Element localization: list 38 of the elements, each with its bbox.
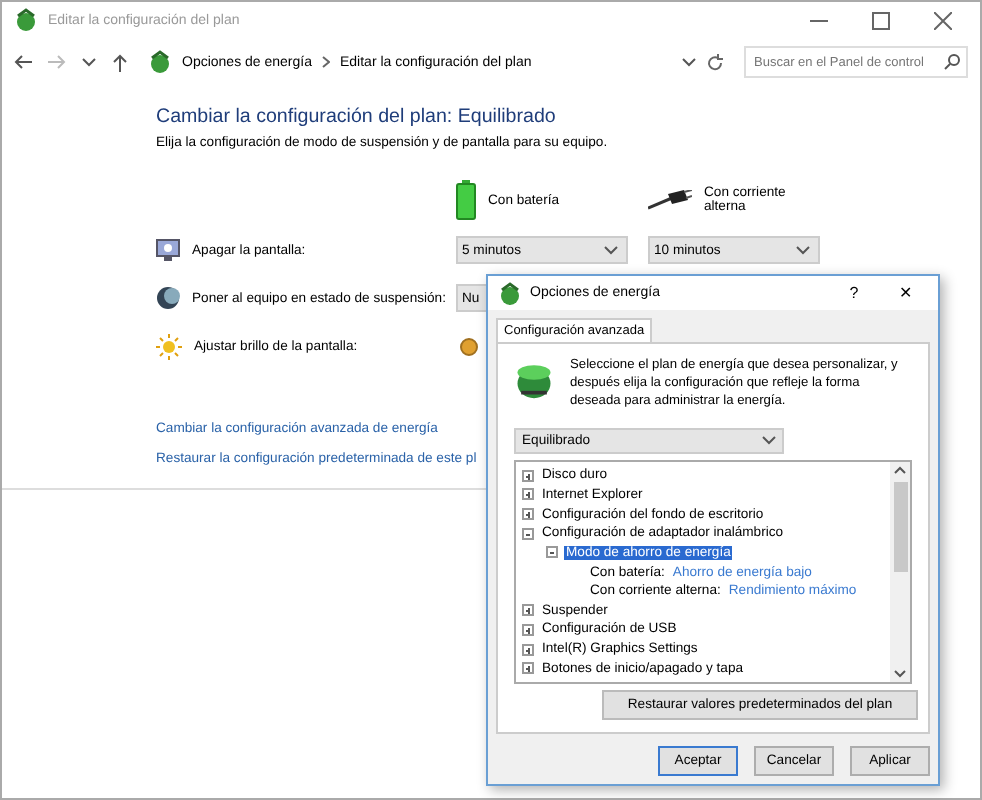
- up-arrow-icon[interactable]: [112, 53, 128, 71]
- scroll-thumb[interactable]: [893, 482, 907, 572]
- scroll-down-icon[interactable]: [894, 670, 906, 678]
- expand-icon[interactable]: [522, 469, 534, 482]
- close-button[interactable]: ✕: [884, 284, 928, 302]
- caret-icon: [762, 436, 776, 446]
- minimize-icon[interactable]: [809, 19, 827, 21]
- caret-icon: [604, 245, 618, 255]
- collapse-icon[interactable]: [522, 527, 534, 540]
- power-plan-icon: [14, 8, 38, 32]
- expand-icon[interactable]: [522, 623, 534, 636]
- collapse-icon[interactable]: [546, 546, 558, 559]
- expand-icon[interactable]: [522, 662, 534, 675]
- maximize-icon[interactable]: [871, 11, 889, 29]
- battery-icon: [456, 180, 476, 220]
- moon-icon: [156, 286, 180, 310]
- expand-icon[interactable]: [522, 643, 534, 656]
- refresh-icon[interactable]: [706, 53, 724, 71]
- close-icon[interactable]: [933, 11, 951, 29]
- help-button[interactable]: ?: [832, 284, 876, 302]
- scroll-up-icon[interactable]: [894, 466, 906, 474]
- caret-icon: [796, 245, 810, 255]
- monitor-icon: [156, 238, 180, 262]
- page-heading: Cambiar la configuración del plan: Equilibrado: [156, 106, 558, 128]
- scrollbar[interactable]: [890, 462, 910, 682]
- expand-icon[interactable]: [522, 508, 534, 521]
- expand-icon[interactable]: [522, 604, 534, 617]
- search-icon: [944, 54, 960, 70]
- slider-thumb[interactable]: [460, 337, 478, 355]
- back-arrow-icon[interactable]: [14, 54, 32, 70]
- address-caret-icon: [682, 57, 696, 67]
- recent-caret-icon: [82, 57, 96, 67]
- chevron-right-icon: [322, 56, 330, 68]
- sun-icon: [156, 333, 182, 359]
- power-plan-icon: [148, 50, 172, 74]
- power-plan-icon: [498, 281, 522, 305]
- expand-icon[interactable]: [522, 488, 534, 501]
- power-plug-icon: [648, 190, 692, 210]
